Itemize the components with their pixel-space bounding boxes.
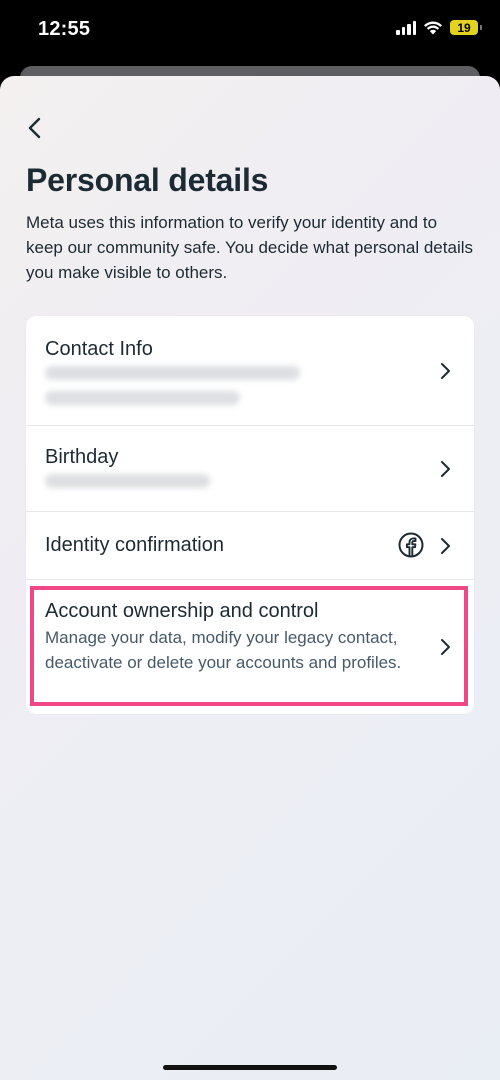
identity-confirmation-title: Identity confirmation: [45, 534, 224, 556]
details-list: Contact Info Birthday Identity confirmat…: [26, 316, 474, 714]
birthday-row[interactable]: Birthday: [26, 426, 474, 512]
facebook-icon: [398, 532, 424, 558]
back-button[interactable]: [20, 114, 48, 142]
chevron-right-icon: [441, 461, 450, 477]
contact-info-blurred-value: [45, 391, 240, 405]
account-ownership-row[interactable]: Account ownership and control Manage you…: [26, 580, 474, 714]
identity-confirmation-row[interactable]: Identity confirmation: [26, 512, 474, 580]
battery-icon: 19: [450, 20, 482, 35]
birthday-title: Birthday: [45, 446, 119, 468]
contact-info-row[interactable]: Contact Info: [26, 316, 474, 426]
wifi-icon: [424, 21, 442, 35]
contact-info-blurred-value: [45, 366, 300, 380]
account-ownership-title: Account ownership and control: [45, 600, 319, 622]
cellular-signal-icon: [396, 20, 416, 35]
page-title: Personal details: [26, 162, 269, 198]
chevron-right-icon: [441, 363, 450, 379]
battery-level: 19: [457, 20, 471, 35]
account-ownership-subtitle: Manage your data, modify your legacy con…: [45, 628, 402, 672]
home-indicator[interactable]: [163, 1065, 337, 1070]
status-icons: 19: [396, 20, 482, 35]
status-bar: 12:55 19: [0, 0, 500, 62]
page-description: Meta uses this information to verify you…: [26, 213, 473, 282]
chevron-right-icon: [441, 639, 450, 655]
status-time: 12:55: [38, 18, 91, 40]
contact-info-title: Contact Info: [45, 338, 153, 360]
chevron-right-icon: [441, 538, 450, 554]
chevron-left-icon: [28, 117, 41, 139]
personal-details-sheet: Personal details Meta uses this informat…: [0, 76, 500, 1080]
birthday-blurred-value: [45, 474, 210, 488]
